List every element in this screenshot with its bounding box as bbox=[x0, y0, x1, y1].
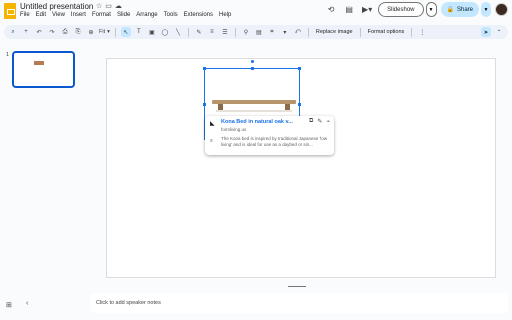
video-icon[interactable]: ▶▾ bbox=[360, 3, 374, 17]
divider bbox=[234, 27, 236, 37]
share-button[interactable]: 🔒 Share bbox=[440, 2, 479, 17]
divider bbox=[187, 27, 189, 37]
reset-image-icon[interactable]: ⤺ bbox=[293, 27, 303, 37]
avatar[interactable] bbox=[495, 3, 508, 16]
cursor-icon[interactable]: ↖ bbox=[120, 27, 131, 37]
unlink-icon[interactable]: ⌁ bbox=[326, 118, 330, 125]
edit-icon[interactable]: ✎ bbox=[317, 118, 322, 125]
zoom-value: Fit bbox=[99, 29, 106, 35]
shapes-icon[interactable]: ◯ bbox=[160, 27, 170, 37]
link-title[interactable]: Kona Bed in natural oak v... bbox=[221, 119, 301, 125]
header-actions: ⟲ ▤ ▶▾ Slideshow ▼ 🔒 Share ▼ bbox=[324, 2, 508, 17]
divider bbox=[307, 27, 309, 37]
resize-handle[interactable] bbox=[203, 67, 206, 70]
share-button-label: Share bbox=[456, 6, 473, 13]
share-chevron-icon[interactable]: ▼ bbox=[481, 2, 491, 17]
menu-view[interactable]: View bbox=[52, 12, 65, 18]
image-icon[interactable]: ▣ bbox=[147, 27, 157, 37]
link-actions: ⧉ ✎ ⌁ bbox=[309, 118, 330, 125]
redo-icon[interactable]: ↷ bbox=[47, 27, 57, 37]
slide-thumbnail[interactable] bbox=[12, 51, 75, 88]
horizontal-ruler bbox=[106, 44, 496, 54]
resize-handle[interactable] bbox=[251, 67, 254, 70]
slide-number: 1 bbox=[6, 52, 10, 58]
description-icon: ≡ bbox=[210, 138, 213, 144]
menu-insert[interactable]: Insert bbox=[71, 12, 86, 18]
speaker-notes[interactable]: Click to add speaker notes bbox=[90, 293, 508, 313]
crop-menu-chevron-icon[interactable]: ▾ bbox=[280, 27, 290, 37]
link-url: formliving.us bbox=[221, 127, 247, 132]
slides-app: Untitled presentation ☆ ▭ ☁ File Edit Vi… bbox=[0, 0, 512, 320]
rotate-handle[interactable] bbox=[251, 60, 254, 63]
search-icon[interactable]: ⌕ bbox=[8, 27, 18, 37]
menu-bar: File Edit View Insert Format Slide Arran… bbox=[20, 12, 231, 18]
menu-edit[interactable]: Edit bbox=[36, 12, 46, 18]
format-options-button[interactable]: Format options bbox=[366, 29, 407, 35]
divider bbox=[411, 27, 413, 37]
textbox-icon[interactable]: T bbox=[134, 27, 144, 37]
add-slide-icon[interactable]: + bbox=[21, 27, 31, 37]
history-icon[interactable]: ⟲ bbox=[324, 3, 338, 17]
undo-icon[interactable]: ↶ bbox=[34, 27, 44, 37]
menu-arrange[interactable]: Arrange bbox=[136, 12, 157, 18]
zoom-icon[interactable]: ⊕ bbox=[86, 27, 96, 37]
paint-format-icon[interactable]: ⎘ bbox=[73, 27, 83, 37]
border-dash-icon[interactable]: ☰ bbox=[220, 27, 230, 37]
comment-icon[interactable]: ▤ bbox=[342, 3, 356, 17]
resize-handle[interactable] bbox=[298, 103, 301, 106]
cloud-status-icon[interactable]: ☁ bbox=[115, 2, 122, 10]
pen-icon[interactable]: ✎ bbox=[194, 27, 204, 37]
menu-tools[interactable]: Tools bbox=[164, 12, 178, 18]
pointer-mode-icon[interactable]: ➤ bbox=[481, 27, 491, 37]
menu-file[interactable]: File bbox=[20, 12, 30, 18]
menu-slide[interactable]: Slide bbox=[117, 12, 130, 18]
toolbar: ⌕ + ↶ ↷ ⎙ ⎘ ⊕ Fit ▾ ↖ T ▣ ◯ ╲ ✎ ≡ ☰ ⚲ ▤ … bbox=[4, 25, 508, 39]
vertical-ruler bbox=[84, 58, 94, 278]
menu-help[interactable]: Help bbox=[219, 12, 231, 18]
replace-image-button[interactable]: Replace image bbox=[314, 29, 355, 35]
collapse-toolbar-icon[interactable]: ⌃ bbox=[494, 27, 504, 37]
document-title[interactable]: Untitled presentation bbox=[20, 2, 93, 11]
move-folder-icon[interactable]: ▭ bbox=[105, 2, 112, 10]
site-favicon-icon: ◣ bbox=[210, 121, 215, 127]
title-bar: Untitled presentation ☆ ▭ ☁ File Edit Vi… bbox=[0, 0, 512, 22]
notes-resize-handle[interactable] bbox=[288, 286, 306, 287]
slide-canvas[interactable] bbox=[106, 58, 496, 278]
thumbnail-image bbox=[34, 61, 44, 65]
zoom-select[interactable]: Fit ▾ bbox=[99, 29, 110, 35]
resize-handle[interactable] bbox=[298, 67, 301, 70]
alt-text-icon[interactable]: ▤ bbox=[254, 27, 264, 37]
title-actions: ☆ ▭ ☁ bbox=[96, 2, 122, 10]
chevron-down-icon: ▾ bbox=[107, 29, 110, 35]
link-icon[interactable]: ⚲ bbox=[241, 27, 251, 37]
line-icon[interactable]: ╲ bbox=[173, 27, 183, 37]
divider bbox=[114, 27, 116, 37]
copy-link-icon[interactable]: ⧉ bbox=[309, 118, 313, 125]
more-options-icon[interactable]: ⋮ bbox=[417, 27, 427, 37]
print-icon[interactable]: ⎙ bbox=[60, 27, 70, 37]
collapse-icon[interactable]: ‹ bbox=[26, 300, 28, 307]
slides-logo-icon[interactable] bbox=[4, 3, 16, 19]
divider bbox=[359, 27, 361, 37]
link-preview-popup: ◣ Kona Bed in natural oak v... ⧉ ✎ ⌁ for… bbox=[205, 116, 334, 155]
link-description: The Kona bed is inspired by traditional … bbox=[221, 136, 328, 147]
border-weight-icon[interactable]: ≡ bbox=[207, 27, 217, 37]
resize-handle[interactable] bbox=[203, 103, 206, 106]
menu-format[interactable]: Format bbox=[92, 12, 111, 18]
chevron-down-icon[interactable]: ▼ bbox=[425, 2, 437, 17]
slideshow-button[interactable]: Slideshow bbox=[378, 2, 424, 17]
grid-view-icon[interactable]: ⊞ bbox=[6, 301, 12, 309]
crop-icon[interactable]: ⌗ bbox=[267, 27, 277, 37]
lock-icon: 🔒 bbox=[446, 7, 454, 13]
menu-extensions[interactable]: Extensions bbox=[184, 12, 213, 18]
star-icon[interactable]: ☆ bbox=[96, 2, 102, 10]
